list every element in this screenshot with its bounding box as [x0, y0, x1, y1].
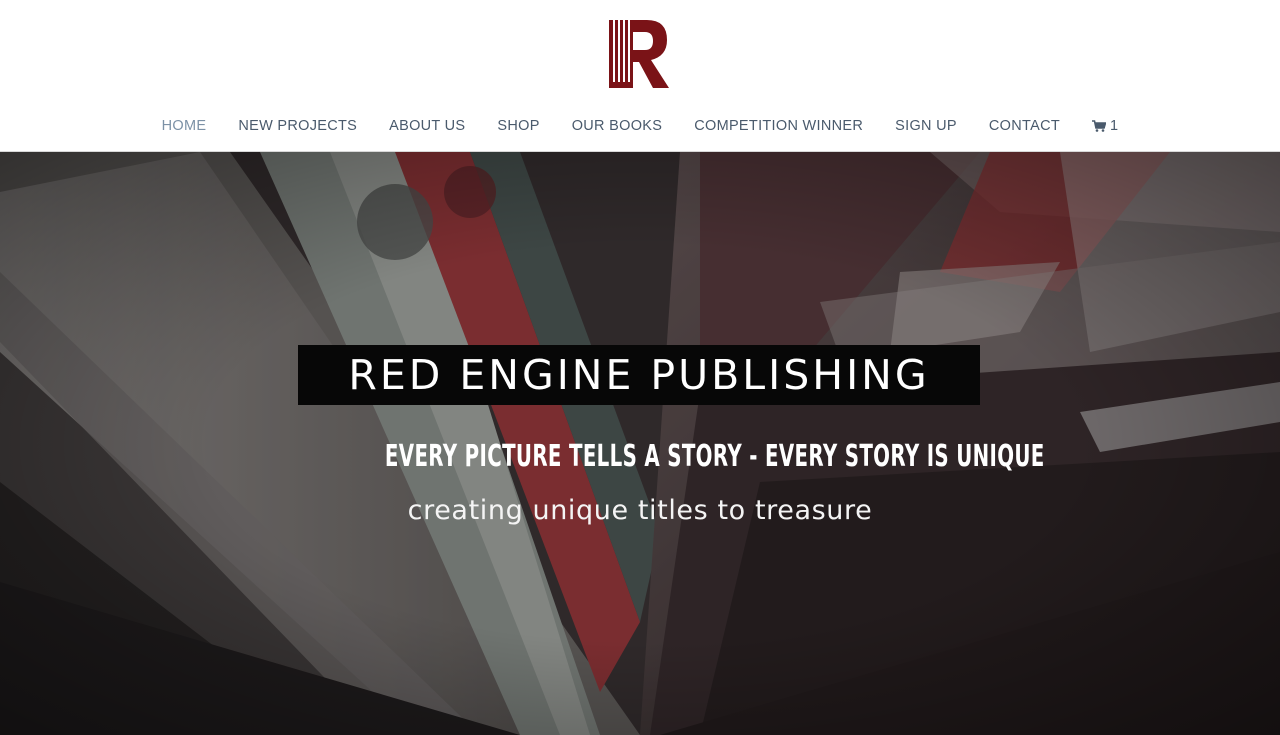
- nav-contact[interactable]: CONTACT: [989, 118, 1060, 134]
- nav-sign-up[interactable]: SIGN UP: [895, 118, 957, 134]
- nav-our-books[interactable]: OUR BOOKS: [572, 118, 663, 134]
- cart-icon: [1092, 120, 1106, 132]
- main-nav: HOME NEW PROJECTS ABOUT US SHOP OUR BOOK…: [0, 110, 1280, 142]
- nav-about-us[interactable]: ABOUT US: [389, 118, 465, 134]
- nav-shop[interactable]: SHOP: [497, 118, 539, 134]
- nav-new-projects[interactable]: NEW PROJECTS: [238, 118, 357, 134]
- nav-competition-winner[interactable]: COMPETITION WINNER: [694, 118, 863, 134]
- hero-tagline: EVERY PICTURE TELLS A STORY - EVERY STOR…: [384, 438, 1045, 474]
- cart-button[interactable]: 1: [1092, 118, 1118, 134]
- cart-count: 1: [1110, 118, 1119, 134]
- hero-tagline-row: EVERY PICTURE TELLS A STORY - EVERY STOR…: [215, 434, 1063, 478]
- hero-title: RED ENGINE PUBLISHING: [348, 351, 930, 399]
- site-header: HOME NEW PROJECTS ABOUT US SHOP OUR BOOK…: [0, 0, 1280, 152]
- hero-banner: RED ENGINE PUBLISHING EVERY PICTURE TELL…: [0, 152, 1280, 735]
- nav-home[interactable]: HOME: [162, 118, 207, 134]
- red-engine-logo[interactable]: [607, 18, 671, 90]
- hero-subtitle: creating unique titles to treasure: [407, 495, 873, 526]
- hero-title-box: RED ENGINE PUBLISHING: [298, 345, 980, 405]
